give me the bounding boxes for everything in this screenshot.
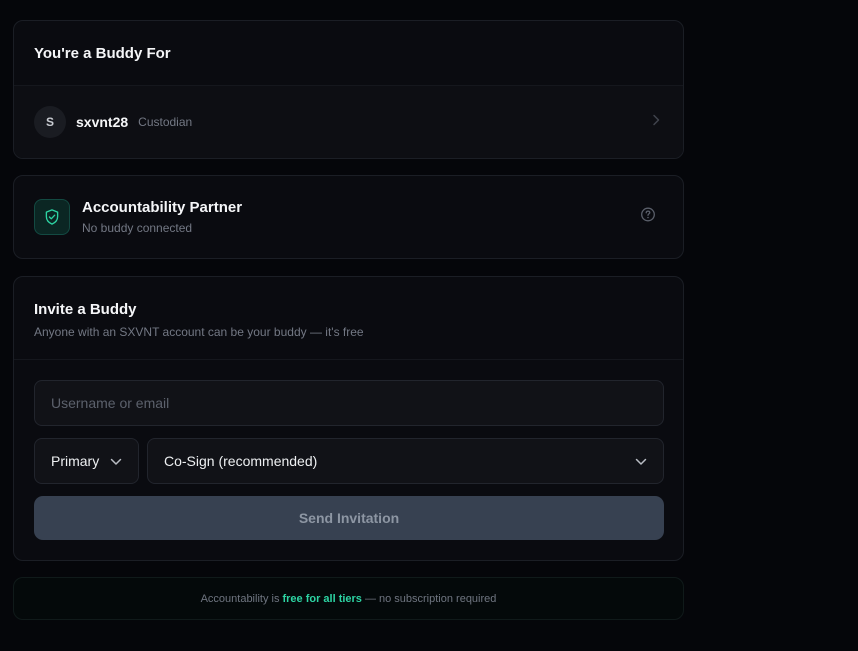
- chevron-down-icon: [110, 453, 122, 469]
- invite-buddy-card: Invite a Buddy Anyone with an SXVNT acco…: [13, 276, 684, 561]
- role-select[interactable]: Primary: [34, 438, 139, 484]
- help-circle-icon[interactable]: [640, 207, 656, 228]
- mode-select-value: Co-Sign (recommended): [164, 453, 318, 469]
- invite-header: Invite a Buddy Anyone with an SXVNT acco…: [14, 277, 683, 360]
- footer-suffix: — no subscription required: [364, 592, 497, 605]
- buddy-for-title: You're a Buddy For: [34, 44, 171, 62]
- invite-subtitle: Anyone with an SXVNT account can be your…: [34, 325, 364, 339]
- partner-title: Accountability Partner: [82, 199, 243, 216]
- footer-highlight: free for all tiers: [282, 592, 362, 605]
- shield-check-icon: [34, 199, 70, 235]
- invite-title: Invite a Buddy: [34, 301, 137, 318]
- buddy-role-label: Custodian: [138, 115, 193, 129]
- buddy-username: sxvnt28: [76, 114, 129, 130]
- chevron-down-icon: [635, 453, 647, 469]
- footer-note: Accountability is free for all tiers — n…: [13, 577, 684, 620]
- avatar: S: [34, 106, 66, 138]
- role-select-value: Primary: [51, 453, 100, 469]
- buddy-list-item[interactable]: S sxvnt28 Custodian: [14, 85, 683, 158]
- chevron-right-icon: [651, 113, 661, 131]
- mode-select[interactable]: Co-Sign (recommended): [147, 438, 664, 484]
- buddy-for-card: You're a Buddy For S sxvnt28 Custodian: [13, 20, 684, 159]
- accountability-partner-card: Accountability Partner No buddy connecte…: [13, 175, 684, 259]
- send-invitation-button[interactable]: Send Invitation: [34, 496, 664, 540]
- partner-status: No buddy connected: [82, 221, 193, 235]
- footer-prefix: Accountability is: [200, 592, 280, 605]
- username-input[interactable]: [34, 380, 664, 426]
